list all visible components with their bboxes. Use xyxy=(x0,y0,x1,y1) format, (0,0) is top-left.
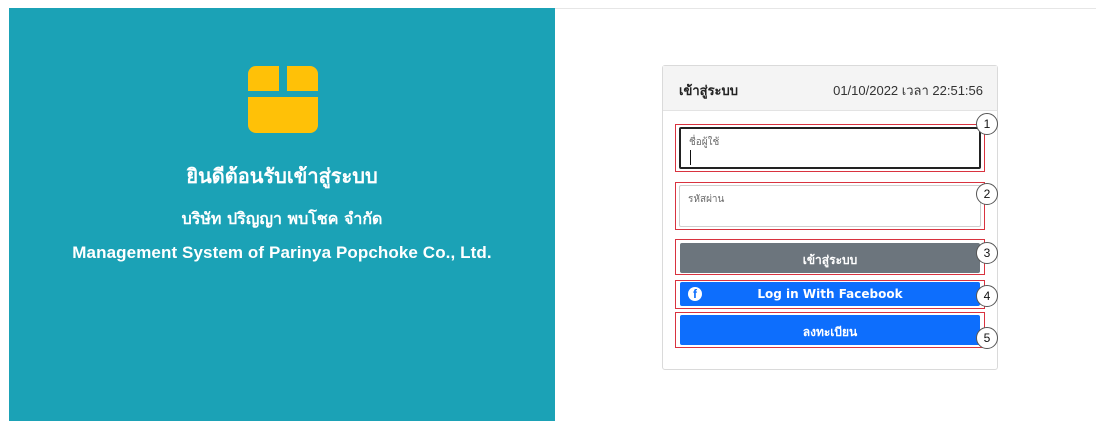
register-button-label: ลงทะเบียน xyxy=(802,325,858,339)
password-placeholder: รหัสผ่าน xyxy=(688,194,725,205)
box-icon xyxy=(248,66,318,133)
text-cursor xyxy=(690,150,691,165)
annotation-badge-2: 2 xyxy=(976,183,998,205)
login-card-header: เข้าสู่ระบบ 01/10/2022 เวลา 22:51:56 xyxy=(663,66,997,111)
annotation-badge-3: 3 xyxy=(976,242,998,264)
register-button[interactable]: ลงทะเบียน xyxy=(680,315,980,345)
username-placeholder: ชื่อผู้ใช้ xyxy=(689,137,720,148)
login-button-label: เข้าสู่ระบบ xyxy=(802,253,858,267)
branding-panel: ยินดีต้อนรับเข้าสู่ระบบ บริษัท ปริญญา พบ… xyxy=(9,8,555,421)
annotation-badge-1: 1 xyxy=(976,113,998,135)
welcome-title: ยินดีต้อนรับเข้าสู่ระบบ xyxy=(186,164,378,188)
login-datetime: 01/10/2022 เวลา 22:51:56 xyxy=(833,83,983,98)
login-card: เข้าสู่ระบบ 01/10/2022 เวลา 22:51:56 ชื่… xyxy=(662,65,998,370)
login-button[interactable]: เข้าสู่ระบบ xyxy=(680,243,980,273)
annotation-badge-5: 5 xyxy=(976,327,998,349)
company-name-thai: บริษัท ปริญญา พบโชค จำกัด xyxy=(181,209,383,228)
username-field[interactable]: ชื่อผู้ใช้ xyxy=(679,127,981,169)
page-top-divider xyxy=(555,8,1096,9)
login-card-title: เข้าสู่ระบบ xyxy=(679,84,739,99)
password-field[interactable]: รหัสผ่าน xyxy=(679,185,981,227)
annotation-badge-4: 4 xyxy=(976,285,998,307)
company-name-english: Management System of Parinya Popchoke Co… xyxy=(72,243,492,262)
facebook-login-button[interactable]: f Log in With Facebook xyxy=(680,282,980,306)
facebook-login-label: Log in With Facebook xyxy=(757,287,903,301)
